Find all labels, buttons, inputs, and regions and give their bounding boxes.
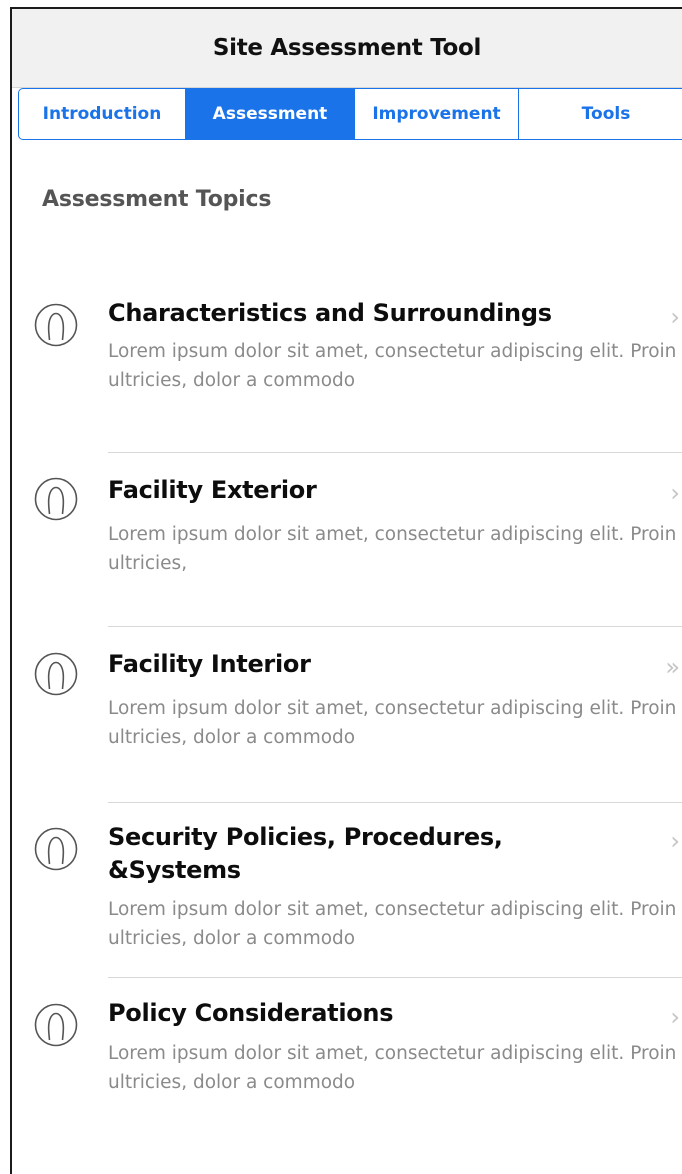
- person-icon: [34, 652, 78, 696]
- tab-bar: Introduction Assessment Improvement Tool…: [18, 88, 682, 140]
- topic-description: Lorem ipsum dolor sit amet, consectetur …: [108, 341, 677, 391]
- section-title: Assessment Topics: [42, 187, 272, 212]
- tab-improvement[interactable]: Improvement: [355, 89, 519, 139]
- chevron-right-icon: ›: [670, 479, 680, 507]
- topic-title: Policy Considerations: [108, 999, 394, 1027]
- topic-description: Lorem ipsum dolor sit amet, consectetur …: [108, 1043, 677, 1093]
- topic-policy-considerations[interactable]: Policy Considerations Lorem ipsum dolor …: [12, 991, 682, 1121]
- chevron-right-icon: ›: [670, 303, 680, 331]
- person-icon: [34, 1003, 78, 1047]
- topic-facility-exterior[interactable]: Facility Exterior Lorem ipsum dolor sit …: [12, 465, 682, 625]
- topic-title: Facility Interior: [108, 650, 311, 678]
- divider: [108, 626, 682, 627]
- header-bar: Site Assessment Tool: [12, 9, 682, 88]
- topic-security-policies[interactable]: Security Policies, Procedures, &Systems …: [12, 815, 682, 975]
- topic-description: Lorem ipsum dolor sit amet, consectetur …: [108, 899, 677, 949]
- tab-assessment[interactable]: Assessment: [186, 89, 355, 139]
- chevron-right-icon: ›: [670, 1003, 680, 1031]
- topic-title: Facility Exterior: [108, 476, 317, 504]
- person-icon: [34, 303, 78, 347]
- app-title: Site Assessment Tool: [212, 35, 482, 61]
- chevron-right-icon: ›: [670, 827, 680, 855]
- tab-introduction[interactable]: Introduction: [19, 89, 186, 139]
- app-frame: Site Assessment Tool Introduction Assess…: [10, 7, 682, 1174]
- person-icon: [34, 827, 78, 871]
- tab-tools[interactable]: Tools: [519, 89, 682, 139]
- divider: [108, 452, 682, 453]
- divider: [108, 977, 682, 978]
- topic-facility-interior[interactable]: Facility Interior Lorem ipsum dolor sit …: [12, 639, 682, 804]
- topic-title: Characteristics and Surroundings: [108, 299, 552, 327]
- topic-characteristics-and-surroundings[interactable]: Characteristics and Surroundings Lorem i…: [12, 291, 682, 451]
- divider: [108, 802, 682, 803]
- topic-description: Lorem ipsum dolor sit amet, consectetur …: [108, 524, 677, 574]
- topic-description: Lorem ipsum dolor sit amet, consectetur …: [108, 698, 677, 748]
- person-icon: [34, 477, 78, 521]
- topic-title: Security Policies, Procedures, &Systems: [108, 823, 503, 884]
- double-chevron-right-icon: »: [665, 653, 680, 681]
